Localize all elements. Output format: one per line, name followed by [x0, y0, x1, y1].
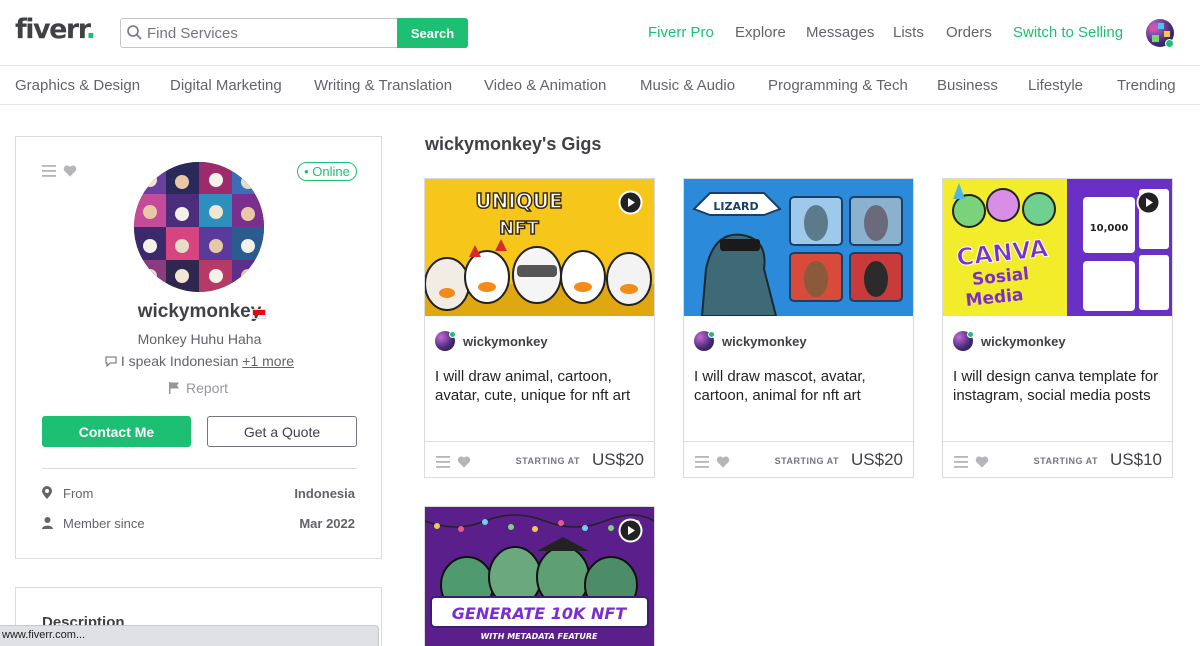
get-a-quote-button[interactable]: Get a Quote — [207, 416, 357, 447]
speech-bubble-icon — [105, 356, 117, 368]
svg-text:WITH METADATA FEATURE: WITH METADATA FEATURE — [480, 632, 598, 641]
category-writing-translation[interactable]: Writing & Translation — [314, 77, 452, 94]
heart-icon[interactable] — [457, 455, 471, 473]
play-icon[interactable] — [618, 190, 643, 215]
starting-at-label: STARTING AT — [774, 456, 839, 466]
profile-photo — [134, 162, 264, 292]
search-icon — [121, 19, 145, 47]
play-icon[interactable] — [618, 518, 643, 543]
from-value: Indonesia — [294, 486, 355, 501]
gig-title[interactable]: I will draw mascot, avatar, cartoon, ani… — [694, 367, 906, 405]
svg-text:UNIQUE: UNIQUE — [475, 189, 562, 213]
online-badge: • Online — [297, 162, 357, 181]
svg-text:10,000: 10,000 — [1090, 223, 1129, 234]
heart-icon[interactable] — [716, 455, 730, 473]
nav-orders[interactable]: Orders — [946, 24, 992, 41]
gig-thumbnail[interactable]: UNIQUE NFT — [425, 179, 654, 316]
category-business[interactable]: Business — [937, 77, 998, 94]
seller-profile-card: • Online wickymonkey Monkey Huhu Haha I … — [15, 136, 382, 559]
nav-switch-to-selling[interactable]: Switch to Selling — [1013, 24, 1123, 41]
member-since-value: Mar 2022 — [299, 516, 355, 531]
nav-lists[interactable]: Lists — [893, 24, 924, 41]
seller-name[interactable]: wickymonkey — [981, 334, 1066, 349]
nav-explore[interactable]: Explore — [735, 24, 786, 41]
profile-tagline: Monkey Huhu Haha — [137, 331, 262, 347]
gigs-section-title: wickymonkey's Gigs — [425, 134, 602, 154]
location-pin-icon — [42, 486, 52, 504]
report-link[interactable]: Report — [169, 380, 228, 396]
collections-menu-icon[interactable] — [954, 455, 968, 473]
flag-icon — [169, 382, 179, 394]
collections-menu-icon[interactable] — [42, 164, 56, 182]
browser-status-bar: www.fiverr.com... — [0, 625, 379, 646]
collections-menu-icon[interactable] — [436, 455, 450, 473]
gig-thumbnail[interactable]: LIZARD — [684, 179, 913, 316]
seller-online-dot — [708, 331, 715, 338]
gig-price: US$20 — [592, 450, 644, 469]
member-since-label: Member since — [63, 516, 145, 531]
seller-name[interactable]: wickymonkey — [463, 334, 548, 349]
divider — [42, 468, 357, 469]
profile-username: wickymonkey — [137, 301, 262, 322]
svg-text:GENERATE 10K NFT: GENERATE 10K NFT — [452, 604, 628, 623]
category-bar: Graphics & Design Digital Marketing Writ… — [0, 66, 1200, 105]
starting-at-label: STARTING AT — [515, 456, 580, 466]
play-icon[interactable] — [1136, 190, 1161, 215]
gig-card[interactable]: LIZARD wickymonkey I will draw mascot, a… — [683, 178, 914, 478]
seller-name[interactable]: wickymonkey — [722, 334, 807, 349]
languages-more-link[interactable]: +1 more — [242, 353, 294, 369]
svg-text:LIZARD: LIZARD — [713, 200, 758, 213]
nav-messages[interactable]: Messages — [806, 24, 874, 41]
gig-card[interactable]: 10,000 CANVA Sosial Media wickymonkey I … — [942, 178, 1173, 478]
search-button[interactable]: Search — [397, 18, 468, 48]
category-programming-tech[interactable]: Programming & Tech — [768, 77, 908, 94]
category-trending[interactable]: Trending — [1117, 77, 1176, 94]
search-input[interactable] — [145, 19, 397, 47]
category-video-animation[interactable]: Video & Animation — [484, 77, 606, 94]
gig-footer: STARTING AT US$20 — [684, 441, 913, 478]
gig-footer: STARTING AT US$20 — [425, 441, 654, 478]
gig-thumbnail[interactable]: 10,000 CANVA Sosial Media — [943, 179, 1172, 316]
heart-icon[interactable] — [975, 455, 989, 473]
contact-me-button[interactable]: Contact Me — [42, 416, 191, 447]
gig-card[interactable]: GENERATE 10K NFT WITH METADATA FEATURE — [424, 506, 655, 646]
from-label: From — [63, 486, 94, 501]
nav-fiverr-pro[interactable]: Fiverr Pro — [648, 24, 714, 41]
category-digital-marketing[interactable]: Digital Marketing — [170, 77, 282, 94]
seller-online-dot — [449, 331, 456, 338]
user-icon — [42, 516, 53, 534]
gig-price: US$10 — [1110, 450, 1162, 469]
online-status-dot — [1165, 39, 1174, 48]
gig-title[interactable]: I will draw animal, cartoon, avatar, cut… — [435, 367, 647, 405]
indonesia-flag-icon — [252, 309, 266, 319]
starting-at-label: STARTING AT — [1033, 456, 1098, 466]
category-lifestyle[interactable]: Lifestyle — [1028, 77, 1083, 94]
category-graphics-design[interactable]: Graphics & Design — [15, 77, 140, 94]
gig-footer: STARTING AT US$10 — [943, 441, 1172, 478]
gig-price: US$20 — [851, 450, 903, 469]
gig-card[interactable]: UNIQUE NFT wickymonkey I will draw anima… — [424, 178, 655, 478]
category-music-audio[interactable]: Music & Audio — [640, 77, 735, 94]
seller-online-dot — [967, 331, 974, 338]
fiverr-logo[interactable]: fiverr. — [15, 14, 96, 45]
search-bar: Search — [120, 18, 468, 48]
heart-icon[interactable] — [63, 164, 77, 182]
top-header: fiverr. Search Fiverr Pro Explore Messag… — [0, 0, 1200, 66]
profile-languages: I speak Indonesian +1 more — [16, 353, 383, 369]
svg-text:NFT: NFT — [499, 218, 539, 239]
gig-thumbnail[interactable]: GENERATE 10K NFT WITH METADATA FEATURE — [425, 507, 654, 646]
gig-title[interactable]: I will design canva template for instagr… — [953, 367, 1165, 405]
collections-menu-icon[interactable] — [695, 455, 709, 473]
